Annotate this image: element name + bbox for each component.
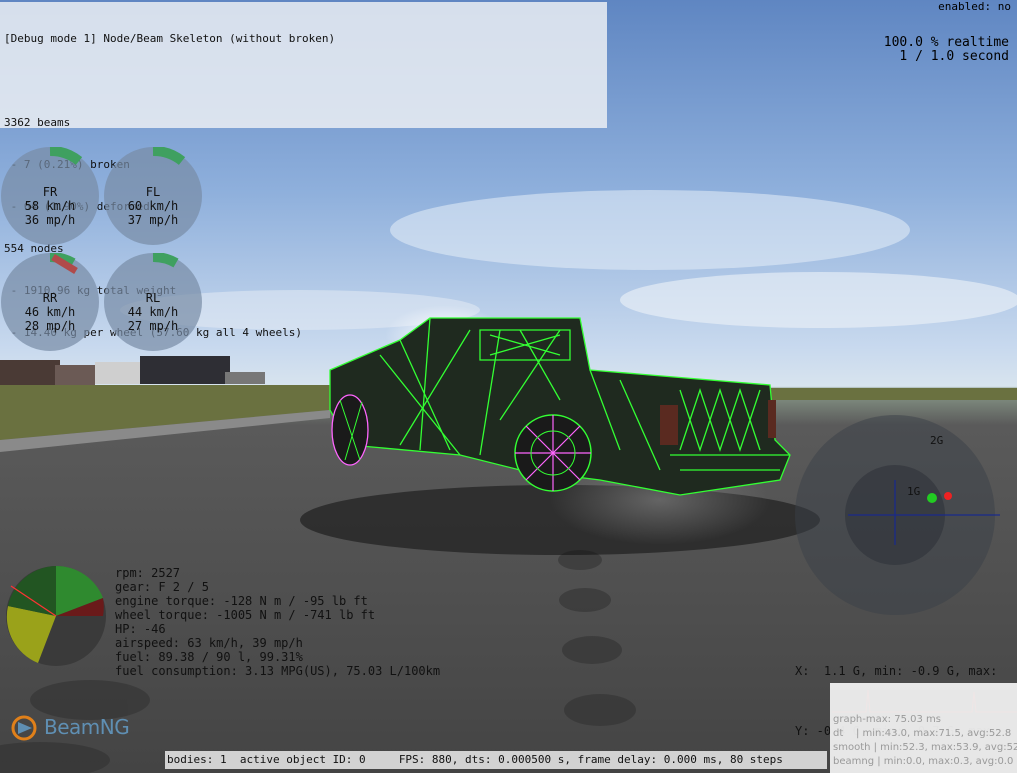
rpm-readout: rpm: 2527 [115, 566, 181, 580]
debug-line: 3362 beams [4, 116, 71, 129]
wheel-name: FR [42, 185, 58, 199]
current-g-dot [927, 493, 937, 503]
realtime-percent: 100.0 % realtime [883, 35, 1009, 50]
wheel-name: RR [42, 291, 58, 305]
gforce-x: X: 1.1 G, min: -0.9 G, max: [795, 664, 998, 678]
wheel-gauge-rl: RL 44 km/h 27 mp/h [104, 253, 202, 351]
debug-title: [Debug mode 1] Node/Beam Skeleton (witho… [4, 32, 336, 45]
wheel-gauge-fr: FR 58 km/h 36 mp/h [1, 147, 99, 245]
vehicle-telemetry: rpm: 2527 gear: F 2 / 5 engine torque: -… [115, 566, 440, 678]
debug-info-panel: [Debug mode 1] Node/Beam Skeleton (witho… [0, 2, 607, 339]
fps-status: FPS: 880, dts: 0.000500 s, frame delay: … [398, 753, 783, 766]
gforce-1g-label: 1G [907, 485, 921, 498]
gforce-2g-label: 2G [930, 434, 944, 447]
status-bar: bodies: 1 active object ID: 0 FPS: 880, … [165, 751, 827, 769]
beamng-logo-icon [11, 715, 37, 741]
fuel-readout: fuel: 89.38 / 90 l, 99.31% [115, 650, 303, 664]
wheel-name: FL [145, 185, 161, 199]
wheel-kmh: 58 km/h [24, 199, 76, 213]
wheel-kmh: 46 km/h [24, 305, 76, 319]
beamng-logo-text: BeamNG [44, 715, 130, 739]
wheel-mph: 28 mp/h [24, 319, 76, 333]
airspeed-readout: airspeed: 63 km/h, 39 mp/h [115, 636, 303, 650]
realtime-readout: 100.0 % realtime 1 / 1.0 second [884, 36, 1009, 64]
gforce-meter [795, 415, 1000, 615]
graph-max: graph-max: 75.03 ms [833, 714, 941, 725]
max-g-dot [944, 492, 952, 500]
hp-readout: HP: -46 [115, 622, 166, 636]
wheel-name: RL [145, 291, 161, 305]
wheel-mph: 27 mp/h [127, 319, 179, 333]
beamng-logo: BeamNG [10, 710, 160, 746]
frametime-graph-panel: graph-max: 75.03 ms dt | min:43.0, max:7… [830, 683, 1017, 773]
enabled-status: enabled: no [938, 0, 1011, 13]
graph-dt: dt | min:43.0, max:71.5, avg:52.8 [833, 728, 1012, 739]
wheel-mph: 36 mp/h [24, 213, 76, 227]
wheel-mph: 37 mp/h [127, 213, 179, 227]
engine-torque-readout: engine torque: -128 N m / -95 lb ft [115, 594, 368, 608]
wheel-kmh: 44 km/h [127, 305, 179, 319]
realtime-rate: 1 / 1.0 second [899, 49, 1009, 64]
fuel-consumption-readout: fuel consumption: 3.13 MPG(US), 75.03 L/… [115, 664, 441, 678]
buildings [0, 356, 265, 385]
wheel-kmh: 60 km/h [127, 199, 179, 213]
graph-smooth: smooth | min:52.3, max:53.9, avg:52.8 [833, 742, 1017, 753]
gear-readout: gear: F 2 / 5 [115, 580, 209, 594]
wheel-gauge-rr: RR 46 km/h 28 mp/h [1, 253, 99, 351]
wheel-gauge-fl: FL 60 km/h 37 mp/h [104, 147, 202, 245]
wheel-torque-readout: wheel torque: -1005 N m / -741 lb ft [115, 608, 376, 622]
powertrain-pie [6, 565, 106, 666]
bodies-status: bodies: 1 active object ID: 0 [167, 753, 366, 766]
graph-beamng: beamng | min:0.0, max:0.3, avg:0.0 [833, 756, 1014, 767]
